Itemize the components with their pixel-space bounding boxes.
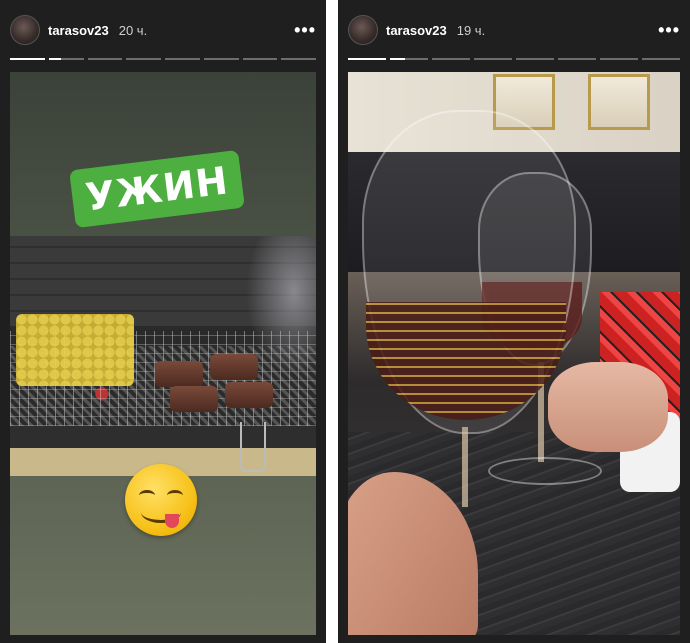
yum-emoji-sticker [125, 464, 197, 536]
story-header: tarasov23 19 ч. ••• [348, 12, 680, 48]
story-card-2[interactable]: tarasov23 19 ч. ••• [338, 0, 690, 643]
progress-segment [642, 58, 680, 60]
progress-fill [390, 58, 406, 60]
progress-segment [432, 58, 470, 60]
meat-piece [225, 382, 273, 408]
text-sticker: УЖИН [69, 149, 245, 229]
avatar[interactable] [348, 15, 378, 45]
picture-frame [588, 74, 650, 130]
progress-fill [348, 58, 386, 60]
meat-piece [170, 386, 218, 412]
glass-stem [462, 427, 468, 507]
story-media-wine[interactable] [348, 72, 680, 635]
progress-segment [203, 58, 239, 60]
progress-segment [10, 58, 45, 60]
story-card-1[interactable]: tarasov23 20 ч. ••• УЖИН [0, 0, 326, 643]
progress-segment [516, 58, 554, 60]
progress-bars [348, 58, 680, 61]
grill-handle [240, 422, 266, 472]
glass-base [488, 457, 602, 485]
timestamp: 20 ч. [118, 22, 148, 38]
more-options-icon[interactable]: ••• [658, 21, 680, 39]
avatar[interactable] [10, 15, 40, 45]
progress-segment [390, 58, 428, 60]
grill-ledge [10, 426, 316, 448]
hand-right [548, 362, 668, 452]
timestamp: 19 ч. [456, 22, 486, 38]
wine-front [366, 302, 566, 420]
progress-segment [165, 58, 200, 60]
progress-fill [10, 58, 45, 60]
progress-segment [600, 58, 638, 60]
story-media-bbq[interactable]: УЖИН [10, 72, 316, 635]
progress-segment [348, 58, 386, 60]
grill-photo [10, 236, 316, 476]
progress-segment [474, 58, 512, 60]
emoji-tongue [165, 514, 179, 528]
progress-segment [126, 58, 161, 60]
emoji-eye [139, 490, 155, 501]
progress-fill [48, 58, 61, 60]
username[interactable]: tarasov23 [48, 23, 109, 38]
progress-bars [10, 58, 316, 61]
emoji-eye [167, 490, 183, 501]
progress-segment [558, 58, 596, 60]
corn-on-grill [16, 314, 134, 386]
progress-segment [281, 58, 316, 60]
username[interactable]: tarasov23 [386, 23, 447, 38]
progress-segment [242, 58, 278, 60]
story-header: tarasov23 20 ч. ••• [10, 12, 316, 48]
progress-segment [87, 58, 123, 60]
smoke [246, 236, 316, 376]
progress-segment [48, 58, 84, 60]
meat-piece [155, 361, 203, 387]
more-options-icon[interactable]: ••• [294, 21, 316, 39]
